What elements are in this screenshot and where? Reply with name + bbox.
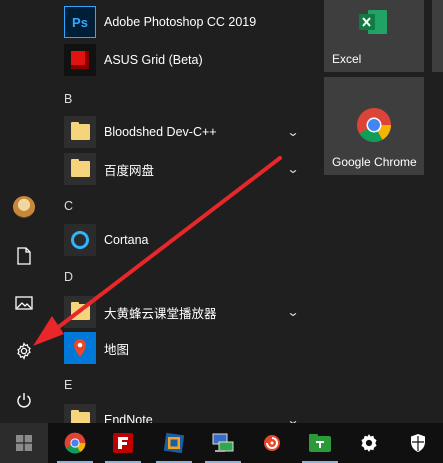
app-item-cortana[interactable]: Cortana: [48, 222, 314, 258]
chevron-down-icon[interactable]: ⌄: [286, 305, 299, 319]
tile-area: Excel Google Chrome: [314, 0, 443, 423]
tile-chrome[interactable]: Google Chrome: [324, 77, 424, 175]
app-label: EndNote: [104, 413, 153, 423]
cortana-icon: [64, 224, 96, 256]
user-avatar-button[interactable]: [0, 187, 48, 227]
app-label: 大黄蜂云课堂播放器: [104, 306, 217, 321]
chevron-down-icon[interactable]: ⌄: [286, 413, 299, 423]
document-icon: [17, 247, 31, 265]
documents-button[interactable]: [0, 236, 48, 276]
chrome-icon: [64, 432, 86, 454]
taskbar-filezilla[interactable]: [99, 423, 147, 463]
tile-excel[interactable]: Excel: [324, 0, 424, 72]
app-label: Bloodshed Dev-C++: [104, 125, 217, 139]
app-item-maps[interactable]: 地图: [48, 330, 314, 366]
gear-icon: [361, 434, 377, 452]
green-folder-icon: [309, 434, 331, 452]
app-item-baidu-netdisk[interactable]: 百度网盘 ⌄: [48, 151, 314, 187]
group-letter-c[interactable]: C: [64, 199, 73, 213]
app-item-dahuangfeng[interactable]: 大黄蜂云课堂播放器 ⌄: [48, 294, 314, 330]
picture-icon: [15, 296, 33, 310]
app-item-photoshop[interactable]: Ps Adobe Photoshop CC 2019: [48, 4, 314, 40]
filezilla-icon: [113, 433, 133, 453]
folder-icon: [64, 404, 96, 423]
folder-icon: [64, 116, 96, 148]
chevron-down-icon[interactable]: ⌄: [286, 125, 299, 139]
taskbar-chrome[interactable]: [51, 423, 99, 463]
pictures-button[interactable]: [0, 283, 48, 323]
asus-grid-icon: [64, 44, 96, 76]
app-label: ASUS Grid (Beta): [104, 53, 203, 67]
power-button[interactable]: [0, 380, 48, 420]
taskbar-network-app[interactable]: [199, 423, 247, 463]
app-item-asus-grid[interactable]: ASUS Grid (Beta): [48, 42, 314, 78]
chevron-down-icon[interactable]: ⌄: [286, 162, 299, 176]
chrome-icon: [357, 108, 391, 142]
group-letter-d[interactable]: D: [64, 270, 73, 284]
taskbar-security[interactable]: [394, 423, 442, 463]
app-item-endnote[interactable]: EndNote ⌄: [48, 402, 314, 423]
tile-label: Google Chrome: [332, 155, 417, 169]
app-label: Cortana: [104, 233, 149, 247]
network-monitor-icon: [212, 433, 234, 452]
settings-button[interactable]: [0, 331, 48, 371]
gear-icon: [17, 342, 31, 360]
app-label: 百度网盘: [104, 163, 155, 178]
start-menu-rail: [0, 0, 48, 423]
excel-icon: [359, 10, 387, 34]
shield-icon: [411, 434, 425, 452]
app-item-dev-cpp[interactable]: Bloodshed Dev-C++ ⌄: [48, 114, 314, 150]
app-label: 地图: [104, 342, 130, 357]
app-label: Adobe Photoshop CC 2019: [104, 15, 257, 29]
group-letter-e[interactable]: E: [64, 378, 72, 392]
start-button[interactable]: [0, 423, 48, 463]
avatar: [13, 196, 35, 218]
photoshop-icon: Ps: [64, 6, 96, 38]
taskbar: [0, 423, 443, 463]
app-list: Ps Adobe Photoshop CC 2019 ASUS Grid (Be…: [48, 0, 314, 423]
taskbar-settings[interactable]: [345, 423, 393, 463]
group-letter-b[interactable]: B: [64, 92, 72, 106]
folder-icon: [64, 153, 96, 185]
snail-icon: [264, 435, 280, 451]
taskbar-virtualbox[interactable]: [150, 423, 198, 463]
virtualbox-icon: [163, 432, 185, 454]
folder-icon: [64, 296, 96, 328]
taskbar-snail-app[interactable]: [248, 423, 296, 463]
power-icon: [17, 393, 31, 408]
tile-partial[interactable]: [432, 0, 443, 72]
maps-icon: [64, 332, 96, 364]
taskbar-green-app[interactable]: [296, 423, 344, 463]
tile-label: Excel: [332, 52, 362, 66]
windows-logo-icon: [16, 435, 32, 451]
